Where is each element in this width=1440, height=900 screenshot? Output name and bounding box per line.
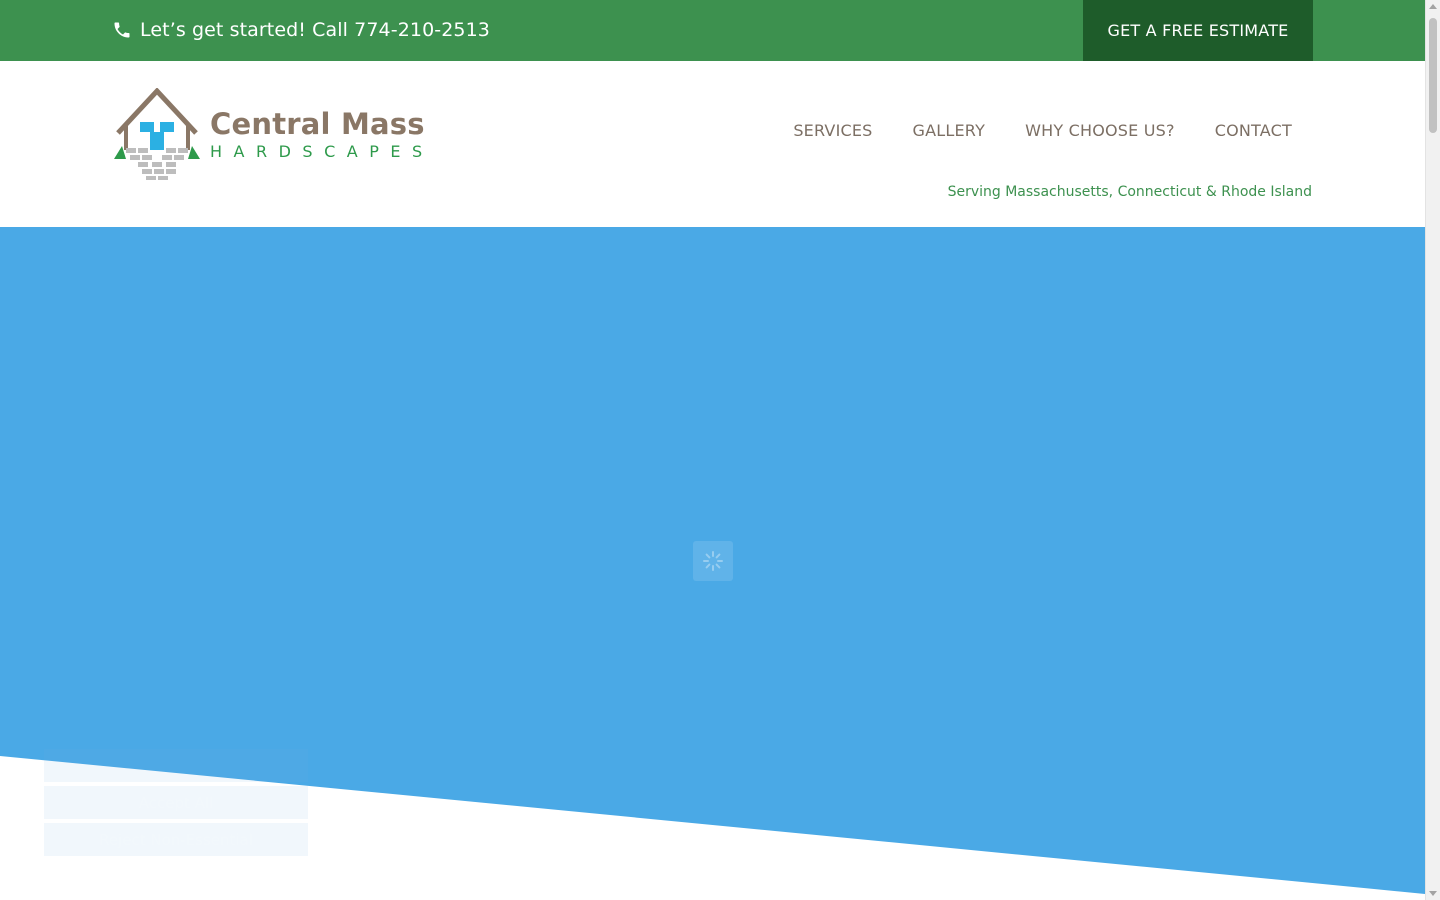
house-logo-icon bbox=[114, 88, 200, 180]
scrollbar-thumb[interactable] bbox=[1429, 18, 1437, 133]
page: Let’s get started! Call 774-210-2513 GET… bbox=[0, 0, 1425, 900]
nav-item-contact[interactable]: CONTACT bbox=[1215, 121, 1292, 140]
nav-item-why-choose-us[interactable]: WHY CHOOSE US? bbox=[1025, 121, 1175, 140]
logo-name-top: Central Mass bbox=[210, 107, 425, 141]
accept-all-button[interactable]: Accept All bbox=[44, 786, 308, 819]
free-estimate-button[interactable]: GET A FREE ESTIMATE bbox=[1083, 0, 1313, 61]
cookie-settings-button[interactable] bbox=[44, 749, 308, 782]
site-header: Central Mass HARDSCAPES SERVICES GALLERY… bbox=[0, 61, 1425, 227]
logo[interactable]: Central Mass HARDSCAPES bbox=[112, 88, 442, 180]
nav-item-gallery[interactable]: GALLERY bbox=[913, 121, 986, 140]
nav-item-services[interactable]: SERVICES bbox=[793, 121, 872, 140]
vertical-scrollbar[interactable] bbox=[1425, 0, 1440, 900]
service-area-tagline: Serving Massachusetts, Connecticut & Rho… bbox=[947, 184, 1312, 200]
phone-icon bbox=[114, 22, 130, 38]
logo-name-bottom: HARDSCAPES bbox=[210, 142, 434, 161]
scroll-up-icon[interactable] bbox=[1429, 4, 1437, 9]
phone-link[interactable]: Let’s get started! Call 774-210-2513 bbox=[112, 17, 490, 43]
reject-non-essential-button[interactable]: Reject Non-Essential bbox=[44, 823, 308, 856]
logo-wordmark: Central Mass HARDSCAPES bbox=[210, 108, 434, 162]
main-nav: SERVICES GALLERY WHY CHOOSE US? CONTACT bbox=[793, 121, 1292, 140]
spinner-icon bbox=[703, 551, 723, 571]
phone-text: Let’s get started! Call 774-210-2513 bbox=[140, 19, 490, 41]
top-bar: Let’s get started! Call 774-210-2513 GET… bbox=[0, 0, 1425, 61]
scroll-down-icon[interactable] bbox=[1429, 891, 1437, 896]
loading-spinner bbox=[693, 541, 733, 581]
